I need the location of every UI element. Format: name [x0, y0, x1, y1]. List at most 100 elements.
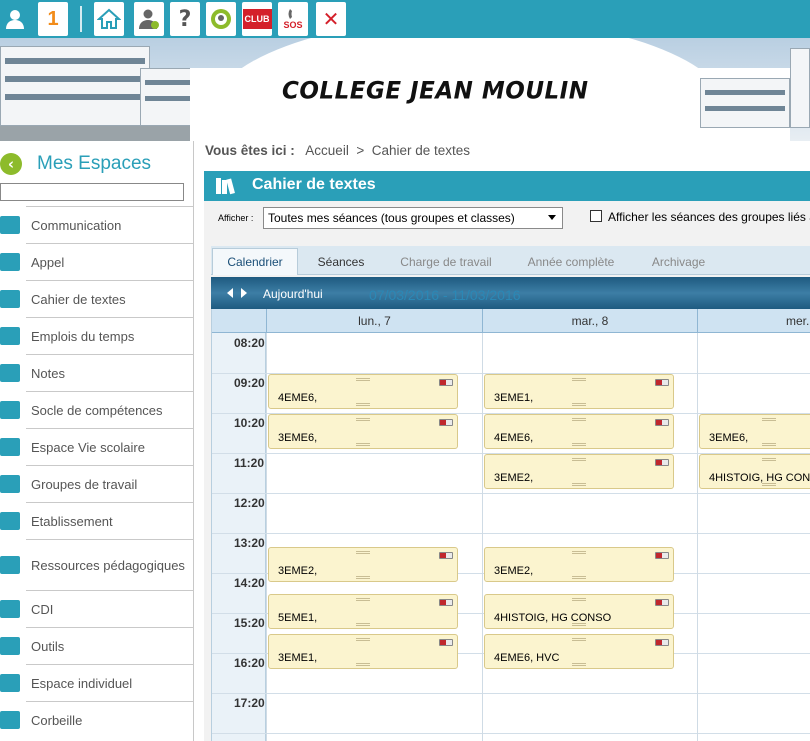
club-icon[interactable]: CLUB — [242, 2, 272, 36]
session-event[interactable]: 3EME2, — [484, 454, 674, 489]
status-flag-icon — [655, 639, 669, 646]
sidebar-item[interactable]: Outils — [0, 627, 194, 664]
notification-badge[interactable]: 1 — [38, 2, 68, 36]
drag-handle-icon[interactable] — [572, 638, 586, 641]
drag-handle-icon[interactable] — [356, 551, 370, 555]
resize-handle-icon[interactable] — [356, 623, 370, 626]
drag-handle-icon[interactable] — [356, 598, 370, 601]
session-event[interactable]: 4EME6, HVC — [484, 634, 674, 669]
session-event[interactable]: 3EME2, — [484, 547, 674, 583]
linked-groups-checkbox[interactable] — [590, 210, 602, 222]
session-event[interactable]: 4HISTOIG, HG CONS — [699, 454, 810, 489]
tab-seances[interactable]: Séances — [306, 248, 376, 275]
session-label: 3EME6, — [278, 432, 318, 444]
session-event[interactable]: 3EME2, — [268, 547, 458, 583]
hour-gridline — [212, 493, 810, 494]
sidebar-item[interactable]: Emplois du temps — [0, 317, 194, 354]
drag-handle-icon[interactable] — [572, 418, 586, 421]
sos-icon[interactable]: SOS — [278, 2, 308, 36]
sidebar-item[interactable]: Notes — [0, 354, 194, 391]
session-label: 4EME6, — [278, 392, 318, 404]
user-icon[interactable] — [0, 2, 30, 36]
help-icon[interactable]: ? — [170, 2, 200, 36]
day-header: mar., 8 — [482, 309, 697, 333]
session-label: 4HISTOIG, HG CONSO — [494, 612, 612, 624]
session-event[interactable]: 4HISTOIG, HG CONSO — [484, 594, 674, 629]
session-event[interactable]: 3EME1, — [484, 374, 674, 409]
drag-handle-icon[interactable] — [762, 458, 776, 461]
home-icon[interactable] — [94, 2, 124, 36]
drag-handle-icon[interactable] — [572, 458, 586, 461]
resources-icon — [0, 539, 26, 590]
session-event[interactable]: 3EME6, — [268, 414, 458, 449]
next-week-icon[interactable] — [241, 288, 247, 298]
status-flag-icon — [439, 419, 453, 426]
sidebar-item[interactable]: Corbeille — [0, 701, 194, 738]
resize-handle-icon[interactable] — [762, 443, 776, 446]
time-label: 11:20 — [234, 456, 265, 470]
drag-handle-icon[interactable] — [356, 378, 370, 381]
tab-annee-complete[interactable]: Année complète — [516, 248, 626, 275]
icon-shape — [0, 215, 20, 234]
sidebar-header: ‹ Mes Espaces — [0, 146, 194, 176]
drag-handle-icon[interactable] — [356, 418, 370, 421]
drag-handle-icon[interactable] — [762, 418, 776, 421]
close-glyph: ✕ — [322, 7, 340, 31]
today-button[interactable]: Aujourd'hui — [263, 287, 323, 301]
drag-handle-icon[interactable] — [356, 638, 370, 641]
sidebar-search-input[interactable] — [0, 183, 184, 201]
session-label: 3EME2, — [278, 565, 318, 578]
user-settings-icon[interactable] — [134, 2, 164, 36]
session-event[interactable]: 3EME1, — [268, 634, 458, 669]
building-window — [705, 90, 785, 95]
status-flag-icon — [655, 552, 669, 560]
resize-handle-icon[interactable] — [572, 483, 586, 486]
grades-icon — [0, 354, 26, 391]
tab-calendrier[interactable]: Calendrier — [212, 248, 298, 275]
sidebar-item[interactable]: Cahier de textes — [0, 280, 194, 317]
resize-handle-icon[interactable] — [356, 443, 370, 446]
sidebar-item[interactable]: Groupes de travail — [0, 465, 194, 502]
sidebar-item[interactable]: Espace individuel — [0, 664, 194, 701]
sidebar-item[interactable]: CDI — [0, 590, 194, 627]
drag-handle-icon[interactable] — [572, 378, 586, 381]
school-icon — [0, 502, 26, 539]
breadcrumb-separator: > — [356, 143, 365, 158]
web-user-icon[interactable] — [206, 2, 236, 36]
resize-handle-icon[interactable] — [356, 403, 370, 406]
session-event[interactable]: 3EME6, — [699, 414, 810, 449]
session-event[interactable]: 4EME6, — [268, 374, 458, 409]
breadcrumb-prefix: Vous êtes ici : — [205, 143, 295, 158]
chevron-left-icon[interactable]: ‹ — [0, 153, 22, 175]
time-column: 08:20 09:20 10:20 11:20 12:20 13:20 14:20 15:20… — [212, 333, 266, 741]
tab-charge-de-travail[interactable]: Charge de travail — [386, 248, 506, 275]
afficher-select[interactable]: Toutes mes séances (tous groupes et clas… — [263, 207, 563, 229]
session-event[interactable]: 4EME6, — [484, 414, 674, 449]
sidebar-item[interactable]: Appel — [0, 243, 194, 280]
breadcrumb-item-accueil[interactable]: Accueil — [305, 143, 349, 158]
resize-handle-icon[interactable] — [572, 663, 586, 666]
resize-handle-icon[interactable] — [572, 403, 586, 406]
section-header: Cahier de textes — [204, 171, 810, 201]
tab-archivage[interactable]: Archivage — [636, 248, 721, 275]
resize-handle-icon[interactable] — [572, 443, 586, 446]
hour-gridline — [212, 733, 810, 734]
day-header-row: lun., 7 mar., 8 mer. — [212, 309, 810, 333]
sidebar-item[interactable]: Ressources pédagogiques — [0, 539, 194, 590]
prev-week-icon[interactable] — [227, 288, 233, 298]
sidebar-item[interactable]: Socle de compétences — [0, 391, 194, 428]
college-name: COLLEGE JEAN MOULIN — [282, 77, 589, 105]
sidebar-item[interactable]: Etablissement — [0, 502, 194, 539]
resize-handle-icon[interactable] — [572, 576, 586, 580]
close-icon[interactable]: ✕ — [316, 2, 346, 36]
sidebar-item-label: Emplois du temps — [26, 317, 194, 354]
day-gridline — [266, 333, 267, 741]
sidebar-item[interactable]: Espace Vie scolaire — [0, 428, 194, 465]
drag-handle-icon[interactable] — [572, 598, 586, 601]
resize-handle-icon[interactable] — [356, 576, 370, 580]
drag-handle-icon[interactable] — [572, 551, 586, 555]
resize-handle-icon[interactable] — [356, 663, 370, 666]
session-event[interactable]: 5EME1, — [268, 594, 458, 629]
sidebar-item[interactable]: Communication — [0, 206, 194, 243]
sidebar-title: Mes Espaces — [37, 153, 152, 174]
